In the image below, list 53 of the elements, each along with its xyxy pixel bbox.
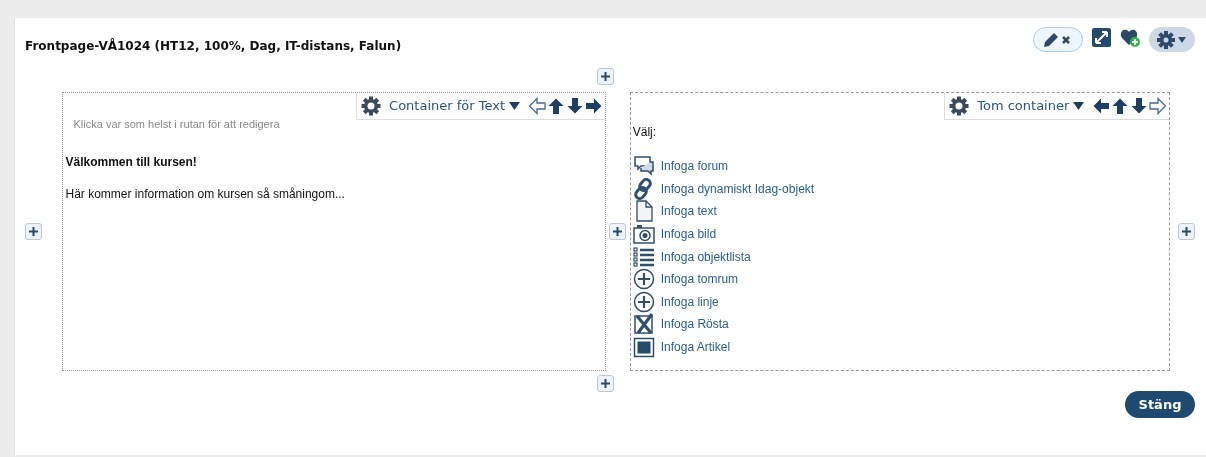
add-row-button[interactable]	[596, 375, 614, 392]
gear-icon[interactable]	[949, 96, 970, 116]
heart-plus-icon	[1119, 27, 1141, 47]
right-arrow-icon[interactable]	[585, 97, 604, 115]
gear-icon[interactable]	[361, 96, 382, 116]
caret-icon	[509, 102, 521, 110]
favorite-add-button[interactable]	[1119, 27, 1141, 47]
up-arrow-icon[interactable]	[547, 97, 566, 115]
add-column-button[interactable]	[25, 223, 42, 240]
left-arrow-icon[interactable]	[1092, 97, 1111, 115]
container-menu[interactable]: Container för Text	[385, 96, 525, 116]
insert-option-link[interactable]: Infoga objektlista	[660, 247, 751, 266]
down-arrow-icon[interactable]	[1130, 97, 1149, 115]
caret-icon	[1073, 102, 1085, 110]
square-icon[interactable]	[632, 336, 655, 359]
plus-icon	[599, 378, 611, 389]
insert-option-link[interactable]: Infoga forum	[660, 157, 729, 176]
insert-option-link[interactable]: Infoga Artikel	[660, 338, 731, 357]
insert-option-link[interactable]: Infoga bild	[660, 225, 717, 244]
body-text: Här kommer information om kursen så småningom...	[65, 185, 346, 203]
insert-option-link[interactable]: Infoga tomrum	[660, 270, 739, 289]
plus-icon	[1181, 226, 1192, 237]
speech-bubbles-icon[interactable]	[632, 155, 655, 178]
list-icon[interactable]	[632, 245, 655, 268]
down-arrow-icon[interactable]	[566, 97, 585, 115]
edit-toggle-button[interactable]	[1033, 27, 1083, 52]
expand-icon	[1091, 27, 1111, 47]
chain-link-icon[interactable]	[632, 177, 655, 200]
insert-option-link[interactable]: Infoga dynamiskt Idag-objekt	[660, 179, 815, 198]
plus-circle-icon[interactable]	[632, 268, 655, 291]
add-row-button[interactable]	[596, 68, 614, 85]
choose-label: Välj:	[632, 124, 658, 141]
gear-caret-icon	[1156, 29, 1188, 50]
insert-option-link[interactable]: Infoga text	[660, 202, 717, 221]
expand-button[interactable]	[1091, 27, 1111, 47]
plus-icon	[28, 226, 39, 237]
plus-icon	[599, 71, 611, 82]
camera-icon[interactable]	[632, 223, 655, 246]
plus-circle-icon[interactable]	[632, 290, 655, 313]
add-column-button[interactable]	[609, 223, 627, 240]
add-column-button[interactable]	[1178, 223, 1195, 240]
close-button[interactable]: Stäng	[1125, 391, 1195, 418]
settings-menu-button[interactable]	[1149, 27, 1195, 52]
insert-option-link[interactable]: Infoga Rösta	[660, 315, 729, 334]
page-title: Frontpage-VÅ1024 (HT12, 100%, Dag, IT-distans, Falun)	[25, 37, 402, 55]
insert-option-link[interactable]: Infoga linje	[660, 292, 719, 311]
crossed-box-icon[interactable]	[632, 313, 655, 336]
edit-hint: Klicka var som helst i rutan för att redigera	[73, 117, 281, 132]
up-arrow-icon[interactable]	[1111, 97, 1130, 115]
plus-icon	[612, 226, 624, 237]
container-menu[interactable]: Tom container	[973, 96, 1089, 116]
welcome-heading: Välkommen till kursen!	[65, 153, 198, 171]
left-arrow-icon	[528, 97, 547, 115]
